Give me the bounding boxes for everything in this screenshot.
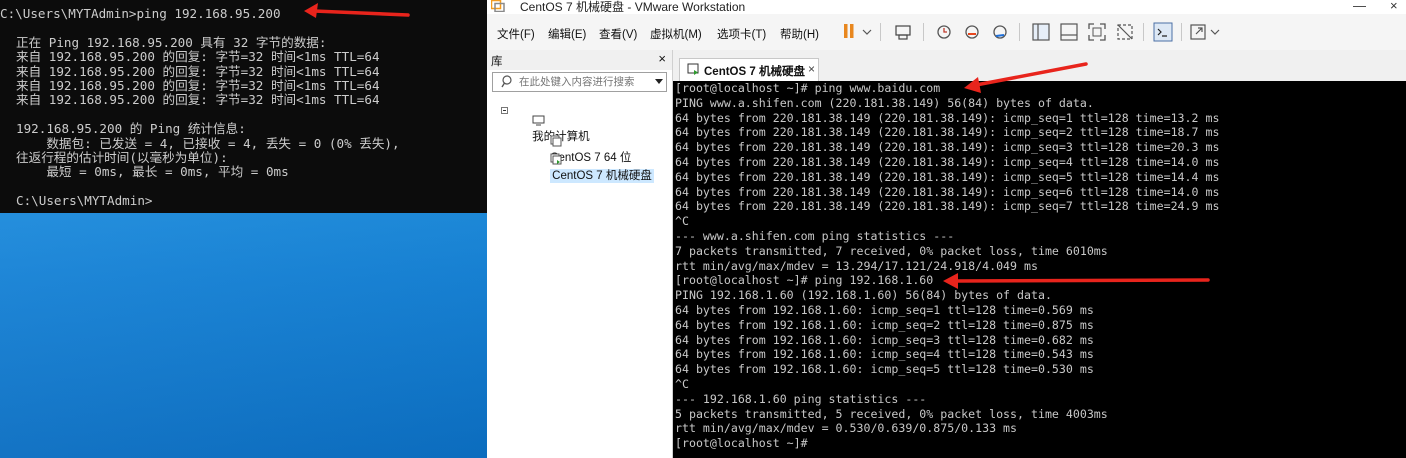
terminal-line: 64 bytes from 220.181.38.149 (220.181.38… [675, 140, 1220, 155]
terminal-line: 64 bytes from 192.168.1.60: icmp_seq=5 t… [675, 362, 1094, 377]
library-close-button[interactable]: × [658, 51, 666, 66]
tree-collapse-toggle[interactable] [501, 107, 508, 114]
terminal-line: rtt min/avg/max/mdev = 13.294/17.121/24.… [675, 258, 1038, 273]
tab-centos-disk[interactable]: CentOS 7 机械硬盘 × [679, 58, 819, 81]
terminal-line: --- www.a.shifen.com ping statistics --- [675, 228, 955, 243]
vm-console-area: CentOS 7 机械硬盘 × [root@localhost ~]# ping… [673, 50, 1406, 458]
cmd-line: C:\Users\MYTAdmin>ping 192.168.95.200 [0, 6, 281, 21]
terminal-line: 64 bytes from 220.181.38.149 (220.181.38… [675, 154, 1220, 169]
tab-strip: CentOS 7 机械硬盘 × [673, 50, 1406, 81]
terminal-line: 64 bytes from 220.181.38.149 (220.181.38… [675, 125, 1220, 140]
menu-view[interactable]: 查看(V) [599, 26, 637, 42]
send-keys-icon[interactable] [892, 20, 916, 44]
terminal-line: 64 bytes from 220.181.38.149 (220.181.38… [675, 169, 1220, 184]
vmware-logo-icon [491, 0, 505, 12]
cmd-line: C:\Users\MYTAdmin> [16, 193, 153, 209]
cmd-line [0, 180, 487, 194]
terminal-line: [root@localhost ~]# [675, 436, 808, 451]
terminal-line: 64 bytes from 192.168.1.60: icmp_seq=4 t… [675, 347, 1094, 362]
snapshot-manager-icon[interactable] [989, 20, 1013, 44]
cmd-line: 来自 192.168.95.200 的回复: 字节=32 时间<1ms TTL=… [16, 77, 380, 93]
cmd-line: 来自 192.168.95.200 的回复: 字节=32 时间<1ms TTL=… [16, 92, 380, 108]
library-header: 库 × [487, 50, 672, 70]
library-search-box[interactable] [492, 72, 667, 92]
menu-file[interactable]: 文件(F) [497, 26, 535, 42]
library-panel: 库 × 我的计算机 CentOS 7 64 位 [487, 50, 673, 458]
terminal-line: rtt min/avg/max/mdev = 0.530/0.639/0.875… [675, 421, 1018, 436]
vm-tab-icon [687, 63, 699, 75]
toolbar-separator [923, 23, 924, 41]
toolbar-separator [880, 23, 881, 41]
cmd-line [0, 21, 487, 35]
toolbar-separator [1019, 23, 1020, 41]
revert-snapshot-icon[interactable] [961, 20, 985, 44]
terminal-line: PING 192.168.1.60 (192.168.1.60) 56(84) … [675, 288, 1052, 303]
console-view-icon[interactable] [1151, 20, 1175, 44]
menu-help[interactable]: 帮助(H) [780, 26, 819, 42]
terminal-line: [root@localhost ~]# ping 192.168.1.60 [675, 273, 934, 288]
terminal-line: PING www.a.shifen.com (220.181.38.149) 5… [675, 95, 1094, 110]
tree-item-label: CentOS 7 机械硬盘 [550, 169, 654, 183]
desktop-wallpaper-light [0, 213, 487, 458]
vm-running-icon [550, 153, 562, 165]
cmd-window[interactable]: C:\Users\MYTAdmin>ping 192.168.95.200 正在… [0, 0, 487, 213]
toolbar-separator [1181, 23, 1182, 41]
cmd-line: 192.168.95.200 的 Ping 统计信息: [16, 121, 246, 137]
terminal-line: --- 192.168.1.60 ping statistics --- [675, 391, 927, 406]
thumbnail-bar-icon[interactable] [1057, 20, 1081, 44]
terminal-line: 64 bytes from 192.168.1.60: icmp_seq=3 t… [675, 332, 1094, 347]
cmd-line [0, 108, 487, 122]
terminal-line: 7 packets transmitted, 7 received, 0% pa… [675, 243, 1108, 258]
terminal-line: 5 packets transmitted, 5 received, 0% pa… [675, 406, 1108, 421]
terminal-line: 64 bytes from 220.181.38.149 (220.181.38… [675, 110, 1220, 125]
cmd-line: 来自 192.168.95.200 的回复: 字节=32 时间<1ms TTL=… [16, 49, 380, 65]
library-title: 库 [491, 56, 503, 68]
vm-terminal[interactable]: [root@localhost ~]# ping www.baidu.com P… [673, 81, 1406, 458]
toolbar-separator [1143, 23, 1144, 41]
title-bar[interactable]: CentOS 7 机械硬盘 - VMware Workstation — × [487, 0, 1406, 14]
menu-vm[interactable]: 虚拟机(M) [650, 26, 702, 42]
pause-icon[interactable] [839, 20, 875, 44]
cmd-line: 数据包: 已发送 = 4, 已接收 = 4, 丢失 = 0 (0% 丢失), [16, 135, 400, 151]
window-title: CentOS 7 机械硬盘 - VMware Workstation [520, 0, 746, 14]
unity-icon[interactable] [1113, 20, 1137, 44]
terminal-line: 64 bytes from 220.181.38.149 (220.181.38… [675, 199, 1220, 214]
terminal-line: 64 bytes from 192.168.1.60: icmp_seq=1 t… [675, 302, 1094, 317]
cmd-line: 正在 Ping 192.168.95.200 具有 32 字节的数据: [16, 34, 327, 50]
menu-toolbar: 文件(F) 编辑(E) 查看(V) 虚拟机(M) 选项卡(T) 帮助(H) [487, 14, 1406, 50]
tree-item-centos-disk[interactable]: CentOS 7 机械硬盘 [531, 141, 654, 195]
menu-edit[interactable]: 编辑(E) [548, 26, 586, 42]
tab-close-button[interactable]: × [808, 62, 815, 76]
terminal-line: 64 bytes from 192.168.1.60: icmp_seq=2 t… [675, 317, 1094, 332]
fullscreen-icon[interactable] [1085, 20, 1109, 44]
vmware-window[interactable]: CentOS 7 机械硬盘 - VMware Workstation — × 文… [487, 0, 1406, 458]
terminal-line: [root@localhost ~]# ping www.baidu.com [675, 81, 941, 95]
search-icon [501, 75, 512, 88]
minimize-button[interactable]: — [1353, 0, 1366, 13]
snapshot-icon[interactable] [933, 20, 957, 44]
stretch-icon[interactable] [1187, 20, 1223, 44]
show-library-icon[interactable] [1029, 20, 1053, 44]
cmd-line: 往返行程的估计时间(以毫秒为单位): [16, 149, 228, 165]
cmd-line: 最短 = 0ms, 最长 = 0ms, 平均 = 0ms [16, 164, 289, 180]
chevron-down-icon[interactable] [655, 79, 663, 84]
terminal-line: ^C [675, 214, 689, 229]
menu-tabs[interactable]: 选项卡(T) [717, 26, 766, 42]
close-button[interactable]: × [1390, 0, 1398, 13]
library-search-input[interactable] [519, 75, 649, 89]
terminal-line: 64 bytes from 220.181.38.149 (220.181.38… [675, 184, 1220, 199]
tab-label: CentOS 7 机械硬盘 [704, 66, 805, 78]
cmd-line: 来自 192.168.95.200 的回复: 字节=32 时间<1ms TTL=… [16, 63, 380, 79]
terminal-line: ^C [675, 376, 689, 391]
